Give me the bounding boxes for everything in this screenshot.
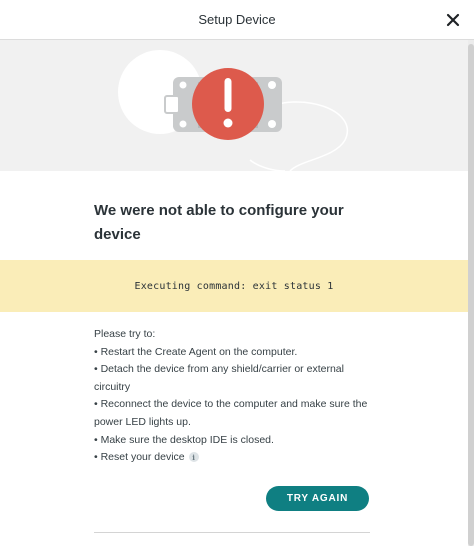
info-icon[interactable]: i [188,452,199,463]
tip-item: • Detach the device from any shield/carr… [94,363,344,393]
error-illustration [0,40,468,171]
try-again-button[interactable]: TRY AGAIN [266,486,369,511]
dialog-title: Setup Device [198,12,276,27]
error-banner-text: Executing command: exit status 1 [134,280,334,292]
tip-item: • Reconnect the device to the computer a… [94,398,368,428]
dialog-header: Setup Device [0,0,474,40]
tips-intro: Please try to: [94,328,156,340]
tip-item: • Make sure the desktop IDE is closed. [94,433,274,446]
scrollbar-thumb[interactable] [468,44,474,546]
troubleshooting-tips: Please try to: • Restart the Create Agen… [94,326,379,467]
illustration-graphic [118,50,348,171]
tip-item: • Restart the Create Agent on the comput… [94,345,298,358]
close-icon[interactable] [446,13,460,27]
error-heading: We were not able to configure your devic… [94,202,344,243]
error-banner: Executing command: exit status 1 [0,260,468,312]
close-button[interactable] [442,9,464,31]
divider [94,532,370,533]
error-icon [192,68,264,140]
tip-item-reset: • Reset your device i [94,449,379,467]
tip-item: • Reset your device [94,451,185,464]
